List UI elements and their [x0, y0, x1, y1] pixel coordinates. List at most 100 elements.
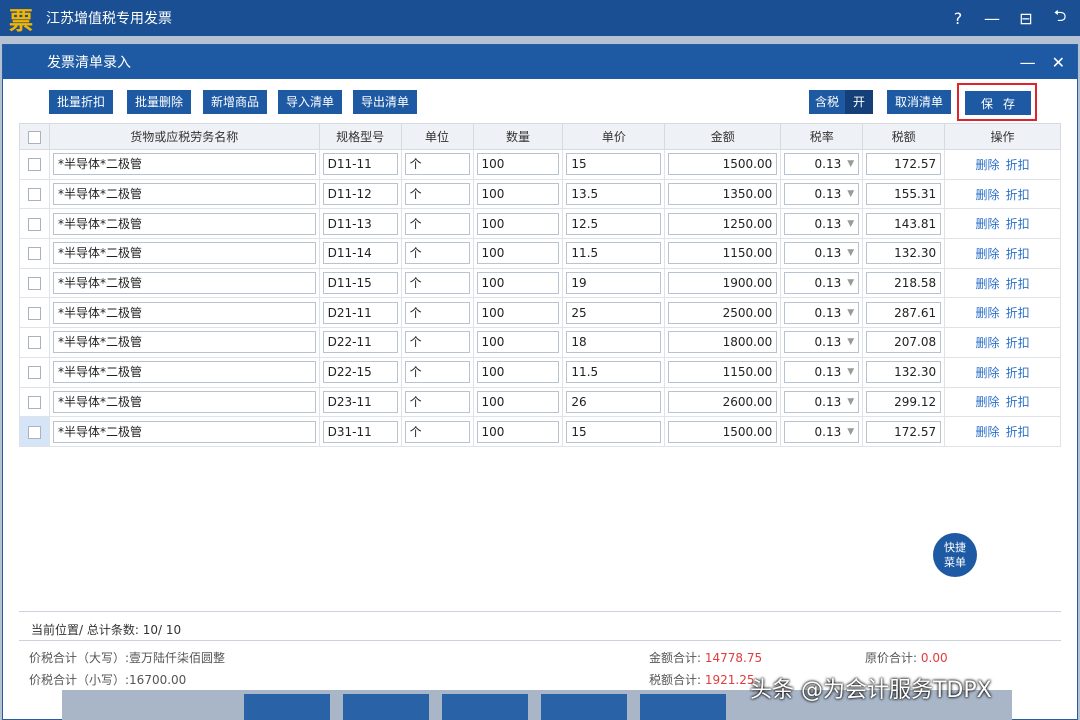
tax-rate-select[interactable]: 0.13▼: [784, 391, 859, 413]
amount-input[interactable]: 1250.00: [668, 213, 777, 235]
tax-rate-select[interactable]: 0.13▼: [784, 242, 859, 264]
row-discount-link[interactable]: 折扣: [1006, 247, 1030, 261]
unit-input[interactable]: 个: [405, 331, 470, 353]
price-input[interactable]: 19: [566, 272, 661, 294]
qty-input[interactable]: 100: [477, 272, 560, 294]
row-delete-link[interactable]: 删除: [976, 366, 1000, 380]
price-input[interactable]: 18: [566, 331, 661, 353]
price-input[interactable]: 11.5: [566, 242, 661, 264]
unit-input[interactable]: 个: [405, 302, 470, 324]
help-icon[interactable]: ?: [950, 9, 966, 28]
price-input[interactable]: 15: [566, 153, 661, 175]
bottom-button-3[interactable]: [442, 694, 528, 720]
spec-input[interactable]: D11-12: [323, 183, 398, 205]
tax-rate-select[interactable]: 0.13▼: [784, 421, 859, 443]
row-discount-link[interactable]: 折扣: [1006, 277, 1030, 291]
row-discount-link[interactable]: 折扣: [1006, 306, 1030, 320]
spec-input[interactable]: D11-14: [323, 242, 398, 264]
dialog-close-icon[interactable]: ✕: [1052, 53, 1065, 72]
bottom-button-1[interactable]: [244, 694, 330, 720]
row-discount-link[interactable]: 折扣: [1006, 158, 1030, 172]
bottom-button-2[interactable]: [343, 694, 429, 720]
tax-amount-input[interactable]: 132.30: [866, 242, 941, 264]
tax-rate-select[interactable]: 0.13▼: [784, 331, 859, 353]
spec-input[interactable]: D21-11: [323, 302, 398, 324]
amount-input[interactable]: 2600.00: [668, 391, 777, 413]
spec-input[interactable]: D22-15: [323, 361, 398, 383]
qty-input[interactable]: 100: [477, 183, 560, 205]
row-checkbox[interactable]: [28, 277, 41, 290]
unit-input[interactable]: 个: [405, 391, 470, 413]
unit-input[interactable]: 个: [405, 213, 470, 235]
add-goods-button[interactable]: 新增商品: [203, 90, 267, 114]
select-all-checkbox[interactable]: [28, 131, 41, 144]
unit-input[interactable]: 个: [405, 153, 470, 175]
cancel-list-button[interactable]: 取消清单: [887, 90, 951, 114]
goods-name-input[interactable]: *半导体*二极管: [53, 331, 316, 353]
row-discount-link[interactable]: 折扣: [1006, 336, 1030, 350]
row-checkbox[interactable]: [28, 426, 41, 439]
row-discount-link[interactable]: 折扣: [1006, 217, 1030, 231]
tax-amount-input[interactable]: 207.08: [866, 331, 941, 353]
goods-name-input[interactable]: *半导体*二极管: [53, 391, 316, 413]
amount-input[interactable]: 1150.00: [668, 242, 777, 264]
minimize-icon[interactable]: —: [984, 9, 1000, 28]
goods-name-input[interactable]: *半导体*二极管: [53, 421, 316, 443]
row-delete-link[interactable]: 删除: [976, 425, 1000, 439]
tax-amount-input[interactable]: 155.31: [866, 183, 941, 205]
price-input[interactable]: 12.5: [566, 213, 661, 235]
qty-input[interactable]: 100: [477, 242, 560, 264]
tax-amount-input[interactable]: 172.57: [866, 421, 941, 443]
restore-icon[interactable]: ⊟: [1018, 9, 1034, 28]
goods-name-input[interactable]: *半导体*二极管: [53, 242, 316, 264]
amount-input[interactable]: 2500.00: [668, 302, 777, 324]
row-delete-link[interactable]: 删除: [976, 277, 1000, 291]
batch-discount-button[interactable]: 批量折扣: [49, 90, 113, 114]
row-checkbox[interactable]: [28, 366, 41, 379]
row-checkbox[interactable]: [28, 188, 41, 201]
spec-input[interactable]: D22-11: [323, 331, 398, 353]
goods-name-input[interactable]: *半导体*二极管: [53, 183, 316, 205]
goods-name-input[interactable]: *半导体*二极管: [53, 302, 316, 324]
quick-menu-button[interactable]: 快捷 菜单: [933, 533, 977, 577]
row-discount-link[interactable]: 折扣: [1006, 188, 1030, 202]
goods-name-input[interactable]: *半导体*二极管: [53, 213, 316, 235]
row-delete-link[interactable]: 删除: [976, 188, 1000, 202]
unit-input[interactable]: 个: [405, 272, 470, 294]
amount-input[interactable]: 1800.00: [668, 331, 777, 353]
spec-input[interactable]: D11-15: [323, 272, 398, 294]
row-checkbox[interactable]: [28, 247, 41, 260]
bottom-button-5[interactable]: [640, 694, 726, 720]
amount-input[interactable]: 1900.00: [668, 272, 777, 294]
row-checkbox[interactable]: [28, 158, 41, 171]
qty-input[interactable]: 100: [477, 302, 560, 324]
row-discount-link[interactable]: 折扣: [1006, 395, 1030, 409]
unit-input[interactable]: 个: [405, 421, 470, 443]
dialog-minimize-icon[interactable]: —: [1020, 53, 1036, 72]
tax-rate-select[interactable]: 0.13▼: [784, 183, 859, 205]
row-delete-link[interactable]: 删除: [976, 336, 1000, 350]
tax-included-toggle[interactable]: 含税 开: [809, 90, 873, 114]
spec-input[interactable]: D11-11: [323, 153, 398, 175]
price-input[interactable]: 26: [566, 391, 661, 413]
amount-input[interactable]: 1500.00: [668, 421, 777, 443]
price-input[interactable]: 15: [566, 421, 661, 443]
qty-input[interactable]: 100: [477, 213, 560, 235]
row-checkbox[interactable]: [28, 396, 41, 409]
goods-name-input[interactable]: *半导体*二极管: [53, 361, 316, 383]
spec-input[interactable]: D23-11: [323, 391, 398, 413]
unit-input[interactable]: 个: [405, 361, 470, 383]
goods-name-input[interactable]: *半导体*二极管: [53, 153, 316, 175]
tax-rate-select[interactable]: 0.13▼: [784, 272, 859, 294]
save-button[interactable]: 保存: [965, 91, 1031, 115]
unit-input[interactable]: 个: [405, 242, 470, 264]
qty-input[interactable]: 100: [477, 361, 560, 383]
import-list-button[interactable]: 导入清单: [278, 90, 342, 114]
row-discount-link[interactable]: 折扣: [1006, 366, 1030, 380]
tax-amount-input[interactable]: 132.30: [866, 361, 941, 383]
tax-amount-input[interactable]: 287.61: [866, 302, 941, 324]
price-input[interactable]: 11.5: [566, 361, 661, 383]
tax-rate-select[interactable]: 0.13▼: [784, 302, 859, 324]
tax-amount-input[interactable]: 172.57: [866, 153, 941, 175]
tax-rate-select[interactable]: 0.13▼: [784, 213, 859, 235]
